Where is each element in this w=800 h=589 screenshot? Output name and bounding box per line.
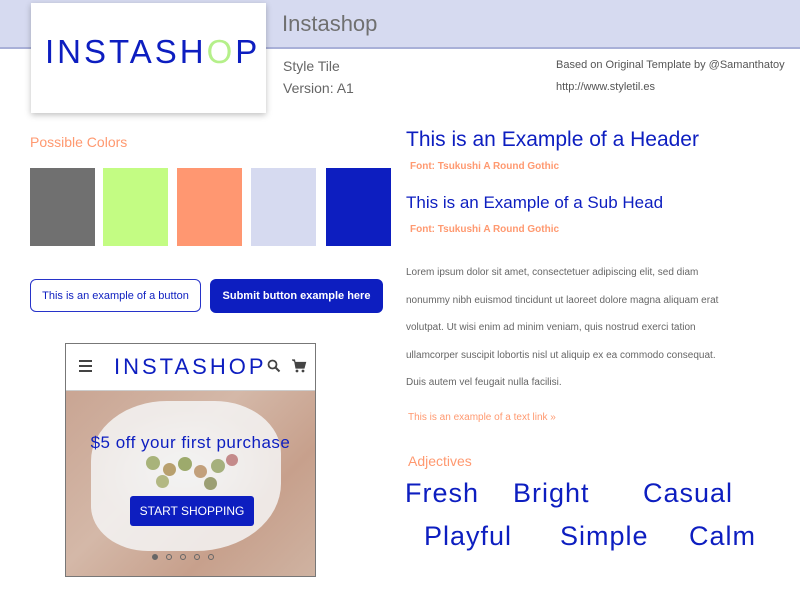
header-font-note: Font: Tsukushi A Round Gothic [410, 161, 560, 172]
fruit-decoration [226, 454, 238, 466]
style-tile-version: Version: A1 [283, 80, 354, 96]
mobile-logo: INSTASHOP [114, 354, 267, 379]
promo-headline: $5 off your first purchase [90, 433, 291, 452]
subhead-font-note: Font: Tsukushi A Round Gothic [410, 224, 560, 235]
color-swatch-gray [30, 168, 95, 246]
body-line: volutpat. Ut wisi enim ad minim veniam, … [406, 322, 696, 333]
start-shopping-button[interactable]: START SHOPPING [130, 496, 254, 526]
fruit-decoration [211, 459, 225, 473]
carousel-dot[interactable] [194, 554, 200, 560]
adjective-fresh: Fresh [405, 478, 480, 508]
hero-banner: $5 off your first purchase START SHOPPIN… [66, 391, 315, 576]
fruit-decoration [178, 457, 192, 471]
subhead-example: This is an Example of a Sub Head [406, 193, 664, 212]
header-example: This is an Example of a Header [406, 128, 699, 151]
style-tile-title: Style Tile [283, 58, 340, 74]
fruit-decoration [163, 463, 176, 476]
body-line: Duis autem vel feugait nulla facilisi. [406, 377, 562, 388]
instashop-logo: INSTASHOP [45, 33, 261, 70]
possible-colors-label: Possible Colors [30, 134, 128, 150]
adjectives-label: Adjectives [408, 453, 472, 469]
carousel-dot[interactable] [152, 554, 158, 560]
body-line: ullamcorper suscipit lobortis nisl ut al… [406, 349, 716, 361]
template-credit: Based on Original Template by @Samanthat… [556, 59, 785, 71]
color-swatch-lavender [251, 168, 316, 246]
adjective-bright: Bright [513, 478, 590, 508]
adjective-casual: Casual [643, 478, 734, 508]
adjective-calm: Calm [689, 521, 757, 551]
hero-background-image [91, 401, 281, 551]
body-text-sample: Lorem ipsum dolor sit amet, consectetuer… [406, 259, 768, 397]
color-swatch-green [103, 168, 168, 246]
body-line: Lorem ipsum dolor sit amet, consectetuer… [406, 267, 699, 278]
adjective-simple: Simple [560, 521, 649, 551]
fruit-decoration [204, 477, 217, 490]
fruit-decoration [156, 475, 169, 488]
menu-icon[interactable] [79, 360, 92, 372]
carousel-dot[interactable] [180, 554, 186, 560]
example-text-link[interactable]: This is an example of a text link » [408, 412, 556, 423]
app-title: Instashop [282, 11, 378, 36]
search-icon[interactable] [266, 358, 282, 374]
cart-icon[interactable] [291, 358, 307, 374]
carousel-dot[interactable] [166, 554, 172, 560]
fruit-decoration [194, 465, 207, 478]
logo-card: INSTASHOP [31, 3, 266, 113]
color-swatch-blue [326, 168, 391, 246]
template-url: http://www.styletil.es [556, 81, 656, 93]
adjective-playful: Playful [424, 521, 513, 551]
mobile-header: INSTASHOP [66, 344, 315, 391]
fruit-decoration [146, 456, 160, 470]
carousel-dot[interactable] [208, 554, 214, 560]
body-line: nonummy nibh euismod tincidunt ut laoree… [406, 294, 719, 306]
color-swatch-coral [177, 168, 242, 246]
submit-button[interactable]: Submit button example here [210, 279, 383, 313]
example-button[interactable]: This is an example of a button [30, 279, 201, 312]
carousel-indicators [152, 554, 214, 560]
mobile-mockup: INSTASHOP $5 off your first purchase STA… [65, 343, 316, 577]
